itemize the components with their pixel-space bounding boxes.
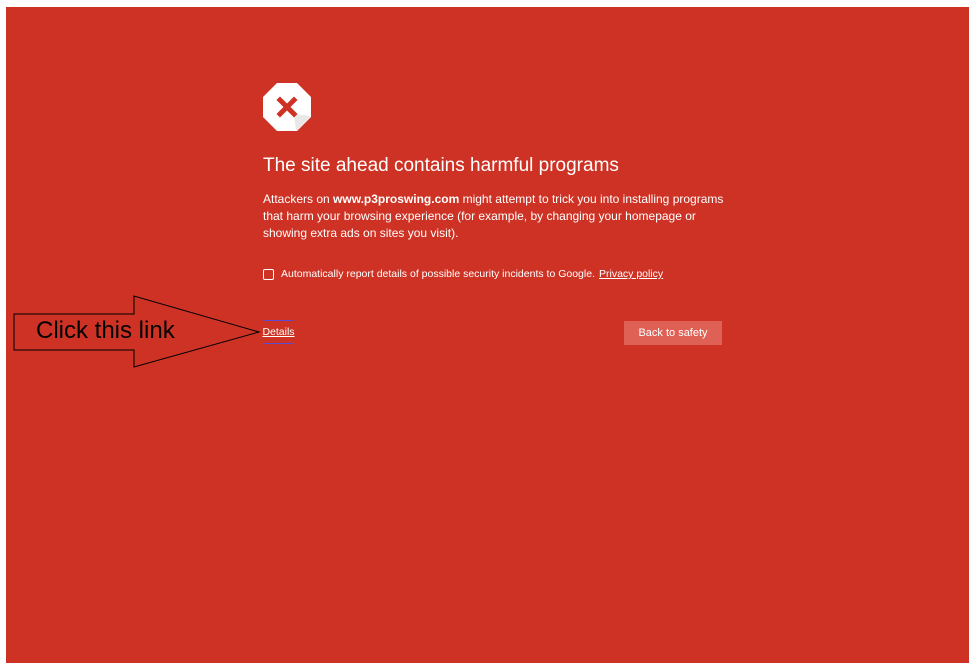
annotation-label: Click this link (36, 317, 175, 344)
